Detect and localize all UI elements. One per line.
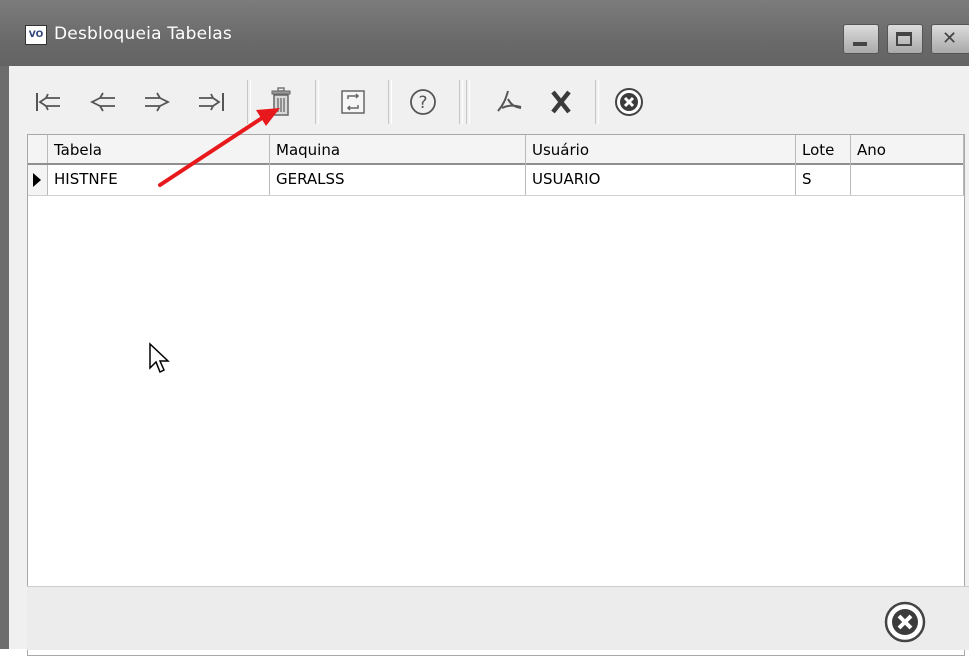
app-icon: VO bbox=[25, 25, 47, 45]
first-record-button[interactable] bbox=[31, 84, 67, 120]
close-dialog-button[interactable] bbox=[883, 600, 927, 644]
bottom-panel bbox=[27, 586, 969, 650]
excel-icon bbox=[551, 90, 571, 114]
header-indicator-cell bbox=[28, 135, 48, 163]
cell-lote[interactable]: S bbox=[796, 165, 851, 195]
column-header-lote[interactable]: Lote bbox=[796, 135, 851, 165]
data-grid[interactable]: Tabela Maquina Usuário Lote Ano HISTNFE … bbox=[27, 134, 965, 656]
column-header-maquina[interactable]: Maquina bbox=[270, 135, 526, 165]
close-circle-icon bbox=[615, 88, 643, 116]
column-header-ano[interactable]: Ano bbox=[851, 135, 964, 165]
column-header-tabela[interactable]: Tabela bbox=[48, 135, 270, 165]
refresh-icon bbox=[341, 90, 365, 114]
refresh-button[interactable] bbox=[335, 84, 371, 120]
window-close-button[interactable]: ✕ bbox=[931, 24, 969, 54]
toolbar-separator bbox=[595, 80, 599, 124]
minimize-icon bbox=[853, 42, 867, 46]
delete-button[interactable] bbox=[263, 84, 299, 120]
cell-usuario[interactable]: USUARIO bbox=[526, 165, 796, 195]
toolbar-separator bbox=[459, 80, 463, 124]
help-button[interactable]: ? bbox=[405, 84, 441, 120]
cell-tabela[interactable]: HISTNFE bbox=[48, 165, 270, 195]
svg-text:?: ? bbox=[418, 93, 427, 113]
window-title: Desbloqueia Tabelas bbox=[54, 24, 232, 44]
cell-maquina[interactable]: GERALSS bbox=[270, 165, 526, 195]
current-row-icon bbox=[33, 173, 41, 187]
close-icon: ✕ bbox=[942, 28, 958, 49]
toolbar: ? bbox=[25, 74, 969, 130]
toolbar-separator bbox=[315, 80, 319, 124]
last-icon bbox=[199, 93, 224, 111]
help-icon: ? bbox=[410, 89, 436, 115]
excel-button[interactable] bbox=[543, 84, 579, 120]
trash-icon bbox=[271, 87, 291, 116]
close-circle-icon bbox=[884, 601, 926, 643]
next-record-button[interactable] bbox=[139, 84, 175, 120]
toolbar-separator bbox=[247, 80, 251, 124]
grid-header: Tabela Maquina Usuário Lote Ano bbox=[28, 135, 964, 165]
mouse-cursor-icon bbox=[149, 342, 170, 374]
toolbar-separator bbox=[466, 80, 470, 124]
prev-icon bbox=[89, 92, 115, 112]
table-row[interactable]: HISTNFE GERALSS USUARIO S bbox=[28, 165, 964, 196]
window-frame bbox=[0, 66, 9, 649]
title-bar: VO Desbloqueia Tabelas ✕ bbox=[0, 0, 969, 66]
pdf-button[interactable] bbox=[491, 84, 527, 120]
minimize-button[interactable] bbox=[843, 24, 879, 54]
column-header-usuario[interactable]: Usuário bbox=[526, 135, 796, 165]
maximize-button[interactable] bbox=[887, 24, 923, 54]
toolbar-separator bbox=[388, 80, 392, 124]
maximize-icon bbox=[896, 32, 912, 46]
cell-ano[interactable] bbox=[851, 165, 964, 195]
last-record-button[interactable] bbox=[193, 84, 229, 120]
first-icon bbox=[36, 93, 60, 111]
prev-record-button[interactable] bbox=[85, 84, 121, 120]
next-icon bbox=[145, 92, 171, 112]
close-form-button[interactable] bbox=[611, 84, 647, 120]
pdf-icon bbox=[497, 90, 522, 112]
row-indicator bbox=[28, 165, 48, 195]
